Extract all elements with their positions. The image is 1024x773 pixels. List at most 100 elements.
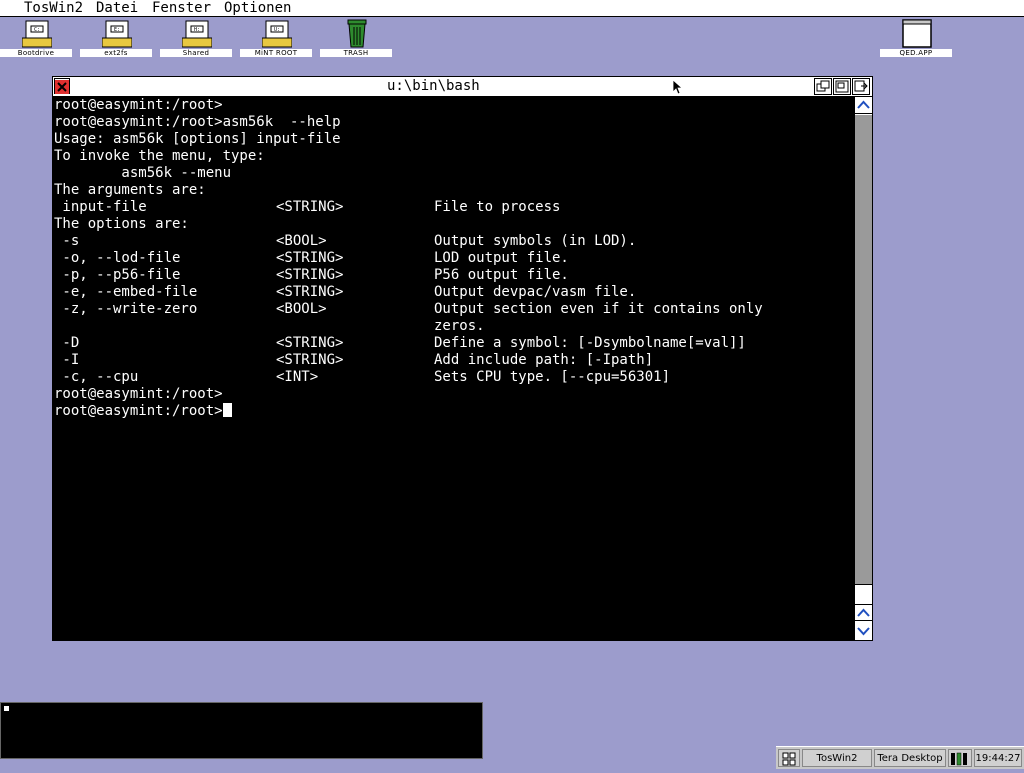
terminal-text: Define a symbol: [-Dsymbolname[=val]] xyxy=(434,335,746,351)
backdrop-icon xyxy=(854,80,868,92)
desktop-icon-label: Bootdrive xyxy=(0,49,72,57)
drive-icon: U: xyxy=(262,20,292,48)
terminal-text: <STRING> xyxy=(276,335,344,351)
terminal-text: root@easymint:/root> xyxy=(54,386,223,402)
desktop-icon-label: Shared xyxy=(160,49,232,57)
menu-datei[interactable]: Datei xyxy=(96,0,138,16)
terminal-text: -e, --embed-file xyxy=(54,284,198,300)
scroll-down-button[interactable] xyxy=(855,622,872,639)
terminal-text: asm56k --menu xyxy=(54,165,232,181)
terminal-text: <BOOL> xyxy=(276,301,327,317)
close-button[interactable] xyxy=(54,78,70,94)
cpu-meter-icon xyxy=(951,752,967,766)
terminal-text: <STRING> xyxy=(276,199,344,215)
terminal-output[interactable]: root@easymint:/root> root@easymint:/root>… xyxy=(53,97,853,640)
drive-icon: H: xyxy=(182,20,212,48)
arrow-up-icon xyxy=(857,608,870,617)
terminal-window: u:\bin\bash root@easymint:/root> root@eas… xyxy=(52,76,873,641)
desktop-icon-shared[interactable]: H: Shared xyxy=(160,18,232,58)
scroll-thumb[interactable] xyxy=(855,115,872,585)
terminal-text: Output section even if it contains only xyxy=(434,301,763,317)
terminal-text: Usage: asm56k [options] input-file xyxy=(54,131,341,147)
scroll-top-button[interactable] xyxy=(855,97,872,114)
desktop-icon-label: ext2fs xyxy=(80,49,152,57)
terminal-text: root@easymint:/root>asm56k --help xyxy=(54,114,341,130)
fuller-icon xyxy=(835,80,849,93)
terminal-text: <STRING> xyxy=(276,250,344,266)
console-cursor xyxy=(4,706,9,711)
terminal-text: Output devpac/vasm file. xyxy=(434,284,637,300)
terminal-text: -s xyxy=(54,233,80,249)
application-icon xyxy=(902,19,932,48)
terminal-line: -I <STRING> Add include path: [-Ipath] xyxy=(54,352,653,369)
terminal-text: File to process xyxy=(434,199,561,215)
desktop-icon-trash[interactable]: TRASH xyxy=(320,18,392,58)
backdrop-button[interactable] xyxy=(852,78,870,95)
drive-icon: C: xyxy=(22,20,52,48)
desktop-icon-ext2fs[interactable]: E: ext2fs xyxy=(80,18,152,58)
terminal-text: root@easymint:/root> xyxy=(54,403,223,419)
terminal-text: Output symbols (in LOD). xyxy=(434,233,637,249)
taskbar-item-tera-desktop[interactable]: Tera Desktop xyxy=(874,749,946,767)
fuller-button[interactable] xyxy=(833,78,851,95)
svg-text:U:: U: xyxy=(274,27,280,33)
terminal-text: The arguments are: xyxy=(54,182,206,198)
menu-toswin2[interactable]: TosWin2 xyxy=(24,0,83,16)
menu-optionen[interactable]: Optionen xyxy=(224,0,291,16)
terminal-line: -p, --p56-file <STRING> P56 output file. xyxy=(54,267,568,284)
close-icon xyxy=(55,80,69,94)
terminal-text: <STRING> xyxy=(276,352,344,368)
terminal-text: Sets CPU type. [--cpu=56301] xyxy=(434,369,671,385)
svg-text:E:: E: xyxy=(114,27,120,33)
vertical-scrollbar[interactable] xyxy=(854,97,872,640)
terminal-line: -o, --lod-file <STRING> LOD output file. xyxy=(54,250,568,267)
desktop-icon-label: MiNT ROOT xyxy=(240,49,312,57)
scroll-up-button[interactable] xyxy=(855,604,872,621)
terminal-text: -I xyxy=(54,352,80,368)
terminal-text: input-file xyxy=(54,199,147,215)
arrow-up-icon xyxy=(857,100,870,109)
terminal-text: zeros. xyxy=(434,318,485,334)
terminal-text: <BOOL> xyxy=(276,233,327,249)
menu-fenster[interactable]: Fenster xyxy=(152,0,211,16)
terminal-line: -D <STRING> Define a symbol: [-Dsymbolname… xyxy=(54,335,745,352)
terminal-line: asm56k --menu xyxy=(54,165,231,182)
terminal-text: -D xyxy=(54,335,80,351)
window-titlebar[interactable]: u:\bin\bash xyxy=(53,77,872,97)
desktop-icon-qed-app[interactable]: QED.APP xyxy=(880,18,952,58)
desktop-icon-bootdrive[interactable]: C: Bootdrive xyxy=(0,18,72,58)
scroll-track[interactable] xyxy=(855,115,872,585)
terminal-line: Usage: asm56k [options] input-file xyxy=(54,131,341,148)
terminal-line: root@easymint:/root>asm56k --help xyxy=(54,114,341,131)
terminal-text: -c, --cpu xyxy=(54,369,139,385)
desktop-icon-mint-root[interactable]: U: MiNT ROOT xyxy=(240,18,312,58)
terminal-line: root@easymint:/root> xyxy=(54,403,232,420)
terminal-line: -z, --write-zero <BOOL> Output section eve… xyxy=(54,301,762,318)
terminal-line: root@easymint:/root> xyxy=(54,386,223,403)
taskbar-start-button[interactable] xyxy=(778,749,800,767)
console-panel xyxy=(0,702,483,759)
svg-text:H:: H: xyxy=(194,27,200,33)
terminal-text: -o, --lod-file xyxy=(54,250,181,266)
terminal-line: -s <BOOL> Output symbols (in LOD). xyxy=(54,233,636,250)
terminal-text: Add include path: [-Ipath] xyxy=(434,352,654,368)
terminal-text: <INT> xyxy=(276,369,319,385)
arrow-down-icon xyxy=(857,627,870,636)
drive-icon: E: xyxy=(102,20,132,48)
terminal-line: To invoke the menu, type: xyxy=(54,148,265,165)
desktop-icon-label: TRASH xyxy=(320,49,392,57)
terminal-text: P56 output file. xyxy=(434,267,569,283)
terminal-line: -c, --cpu <INT> Sets CPU type. [--cpu=5630… xyxy=(54,369,670,386)
terminal-line: The options are: xyxy=(54,216,189,233)
taskbar-item-toswin2[interactable]: TosWin2 xyxy=(802,749,872,767)
terminal-text: -z, --write-zero xyxy=(54,301,198,317)
terminal-line: input-file <STRING> File to process xyxy=(54,199,560,216)
window-title: u:\bin\bash xyxy=(383,77,484,96)
terminal-text: <STRING> xyxy=(276,267,344,283)
terminal-text: The options are: xyxy=(54,216,189,232)
iconify-icon xyxy=(816,80,830,92)
iconify-button[interactable] xyxy=(814,78,832,95)
svg-text:C:: C: xyxy=(34,27,40,33)
terminal-text: To invoke the menu, type: xyxy=(54,148,265,164)
terminal-line: -e, --embed-file <STRING> Output devpac/va… xyxy=(54,284,636,301)
